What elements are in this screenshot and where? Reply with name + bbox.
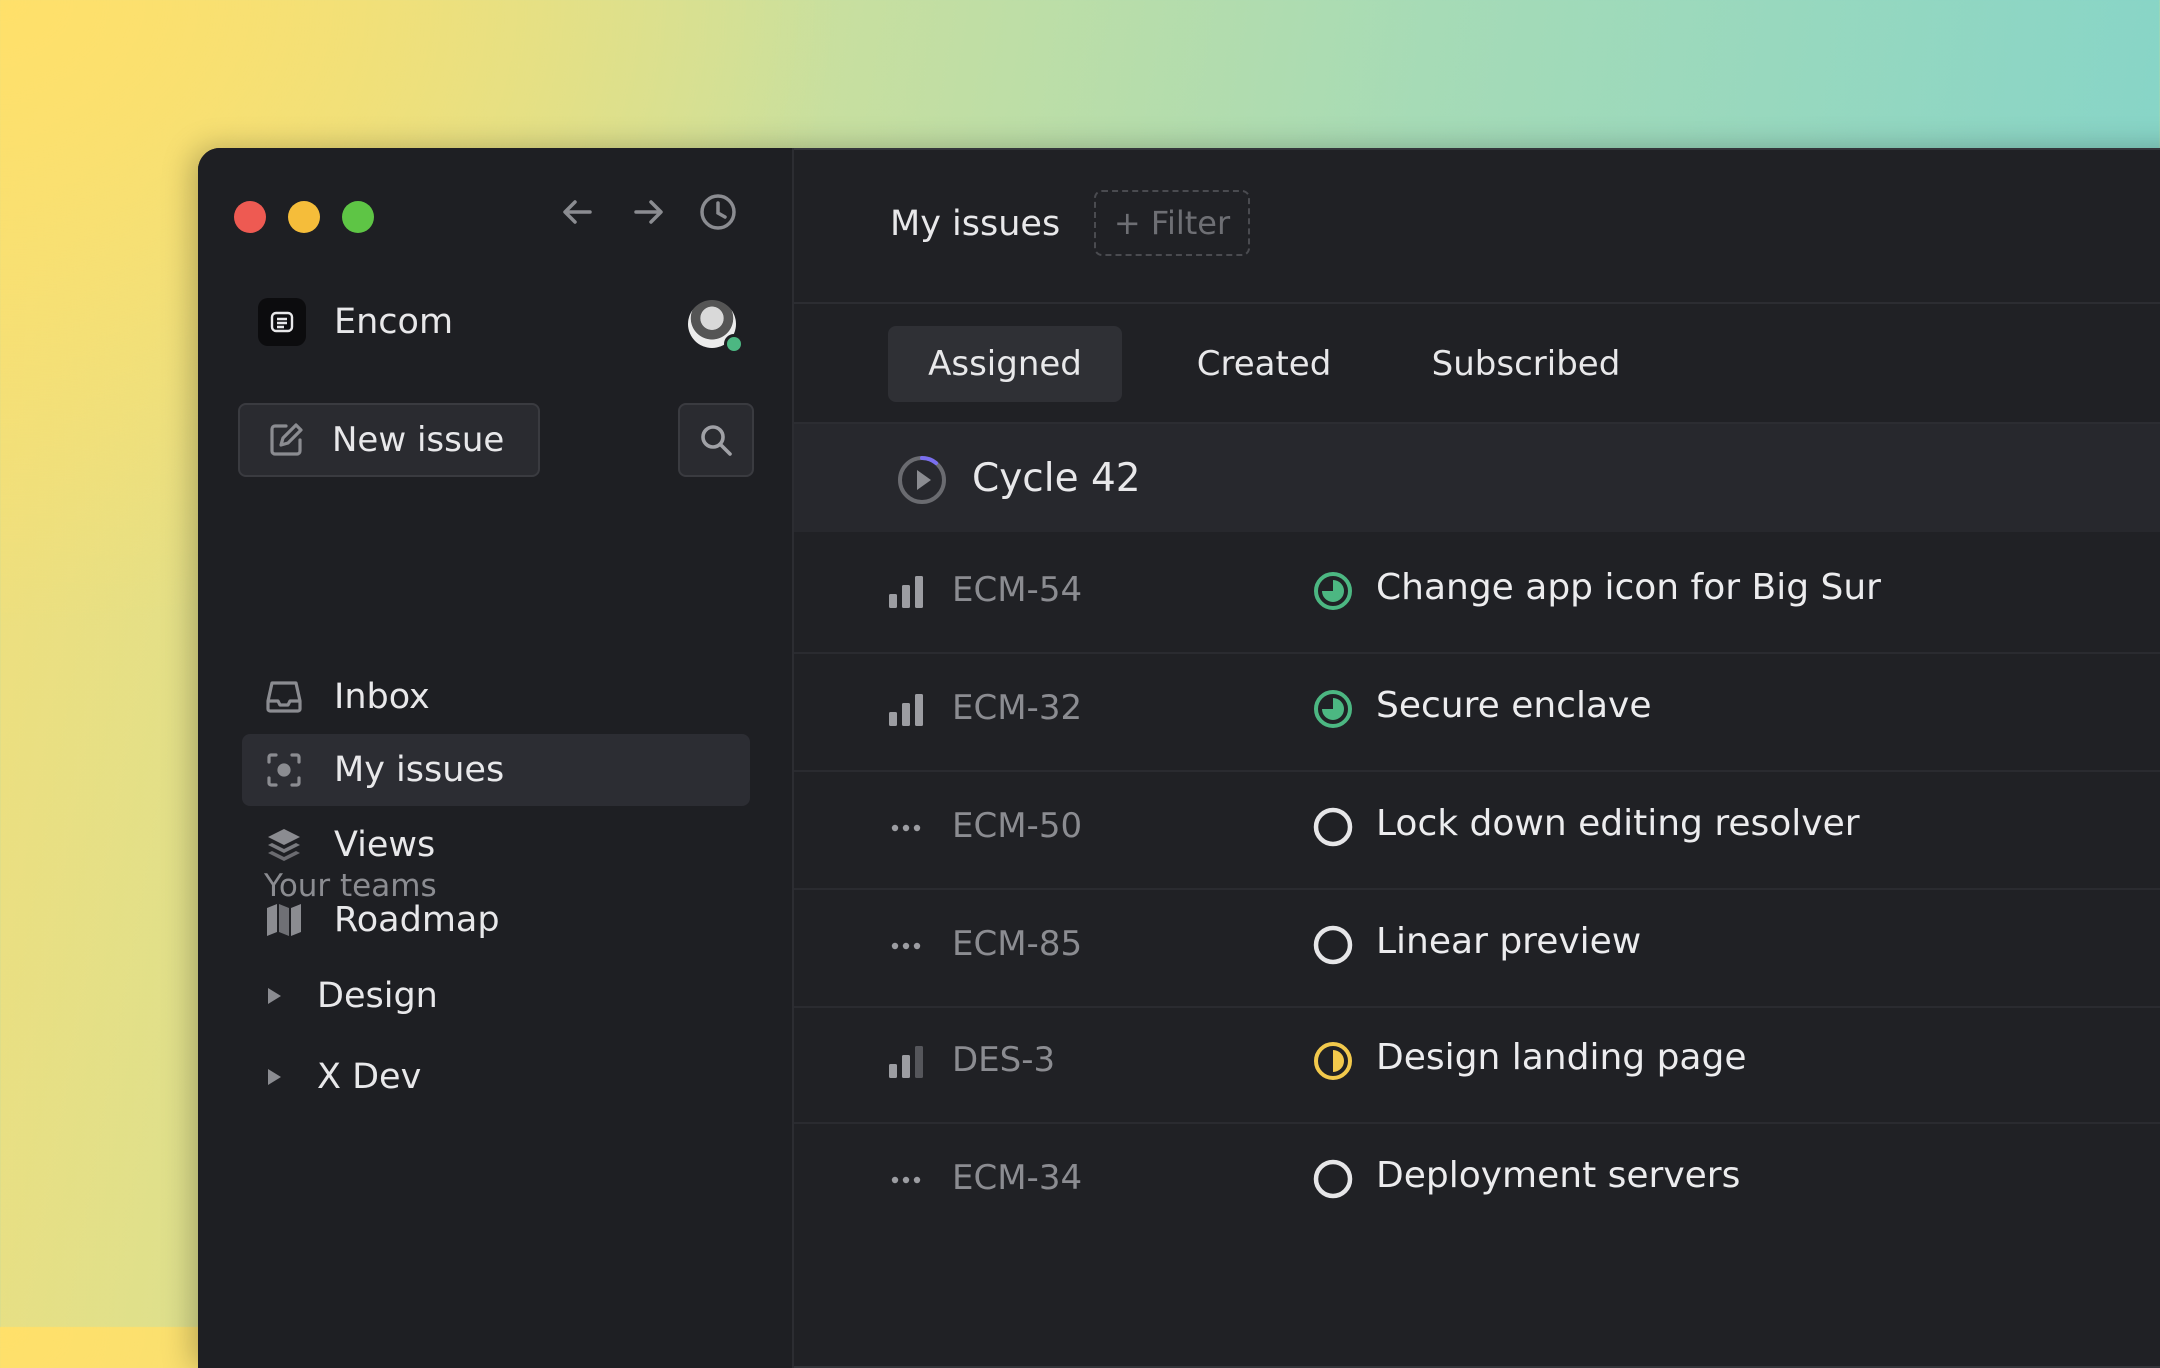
sidebar-item-label: My issues xyxy=(334,750,505,790)
issue-id: ECM-32 xyxy=(952,688,1083,728)
sidebar-item-label: Roadmap xyxy=(334,900,500,940)
history-clock-icon[interactable] xyxy=(696,190,740,234)
compose-icon xyxy=(266,420,306,460)
issue-title: Linear preview xyxy=(1376,921,1642,962)
app-window: Encom New issue Inbox My issues Views Ro… xyxy=(198,148,2160,1368)
page-title: My issues xyxy=(890,204,1061,244)
status-in-progress-icon[interactable] xyxy=(1312,570,1354,612)
inbox-icon xyxy=(264,677,304,717)
search-button[interactable] xyxy=(678,403,754,477)
issue-row[interactable]: ECM-85 Linear preview xyxy=(794,888,2160,1008)
filter-button[interactable]: + Filter xyxy=(1094,190,1250,256)
back-arrow-icon[interactable] xyxy=(556,190,600,234)
issue-id: ECM-85 xyxy=(952,924,1083,964)
team-label: Design xyxy=(317,976,438,1016)
tab-created[interactable]: Created xyxy=(1170,326,1358,402)
teams-heading: Your teams xyxy=(264,868,437,904)
issue-title: Deployment servers xyxy=(1376,1155,1741,1196)
issue-row[interactable]: ECM-50 Lock down editing resolver xyxy=(794,770,2160,890)
new-issue-label: New issue xyxy=(332,420,505,460)
cycle-play-icon xyxy=(898,455,946,504)
team-label: X Dev xyxy=(317,1057,422,1097)
chevron-right-icon[interactable] xyxy=(268,1069,281,1085)
workspace-name[interactable]: Encom xyxy=(334,302,453,342)
tab-assigned[interactable]: Assigned xyxy=(888,326,1122,402)
status-todo-icon[interactable] xyxy=(1312,806,1354,848)
issue-row[interactable]: DES-3 Design landing page xyxy=(794,1004,2160,1124)
layers-icon xyxy=(264,825,304,865)
my-issues-icon xyxy=(264,750,304,790)
issue-id: ECM-54 xyxy=(952,570,1083,610)
status-todo-icon[interactable] xyxy=(1312,924,1354,966)
issue-id: ECM-50 xyxy=(952,806,1083,846)
forward-arrow-icon[interactable] xyxy=(626,190,670,234)
workspace-logo-icon[interactable] xyxy=(258,298,306,346)
issue-id: DES-3 xyxy=(952,1040,1056,1080)
team-item-design[interactable]: Design xyxy=(266,966,438,1026)
search-icon xyxy=(701,425,732,456)
maximize-window-button[interactable] xyxy=(342,201,374,233)
header-divider xyxy=(794,302,2160,304)
priority-bars-icon[interactable] xyxy=(886,572,926,612)
issue-row[interactable]: ECM-32 Secure enclave xyxy=(794,652,2160,772)
sidebar-item-label: Inbox xyxy=(334,677,430,717)
no-priority-icon[interactable] xyxy=(886,926,926,966)
sidebar-item-inbox[interactable]: Inbox xyxy=(242,661,750,733)
issue-row[interactable]: ECM-54 Change app icon for Big Sur xyxy=(794,534,2160,654)
minimize-window-button[interactable] xyxy=(288,201,320,233)
no-priority-icon[interactable] xyxy=(886,808,926,848)
issue-title: Secure enclave xyxy=(1376,685,1652,726)
issue-title: Change app icon for Big Sur xyxy=(1376,567,1881,608)
team-item-x-dev[interactable]: X Dev xyxy=(266,1047,421,1107)
sidebar-item-label: Views xyxy=(334,825,436,865)
issue-title: Lock down editing resolver xyxy=(1376,803,1860,844)
close-window-button[interactable] xyxy=(234,201,266,233)
chevron-right-icon[interactable] xyxy=(268,988,281,1004)
main-content: My issues + Filter Assigned Created Subs… xyxy=(794,148,2160,1368)
no-priority-icon[interactable] xyxy=(886,1160,926,1200)
priority-bars-icon[interactable] xyxy=(886,1042,926,1082)
issue-title: Design landing page xyxy=(1376,1037,1747,1078)
new-issue-button[interactable]: New issue xyxy=(238,403,540,477)
issue-row[interactable]: ECM-34 Deployment servers xyxy=(794,1122,2160,1240)
tab-subscribed[interactable]: Subscribed xyxy=(1408,326,1644,402)
sidebar-item-my-issues[interactable]: My issues xyxy=(242,734,750,806)
status-in-review-icon[interactable] xyxy=(1312,1040,1354,1082)
cycle-label: Cycle 42 xyxy=(972,456,1141,501)
status-todo-icon[interactable] xyxy=(1312,1158,1354,1200)
map-icon xyxy=(264,900,304,940)
issue-id: ECM-34 xyxy=(952,1158,1083,1198)
status-in-progress-icon[interactable] xyxy=(1312,688,1354,730)
priority-bars-icon[interactable] xyxy=(886,690,926,730)
cycle-group-header[interactable]: Cycle 42 xyxy=(794,424,2160,532)
sidebar: Encom New issue Inbox My issues Views Ro… xyxy=(198,148,794,1368)
online-status-dot xyxy=(724,334,744,354)
